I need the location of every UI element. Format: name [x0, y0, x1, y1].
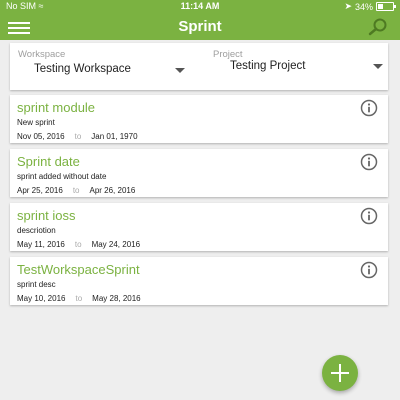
sprint-dates: Nov 05, 2016 to Jan 01, 1970 — [17, 132, 138, 141]
date-separator: to — [72, 186, 80, 195]
sprint-name: sprint module — [17, 100, 96, 115]
page-title: Sprint — [178, 18, 222, 35]
sprint-card[interactable]: TestWorkspaceSprint sprint desc May 10, … — [10, 257, 388, 305]
sprint-start-date: Nov 05, 2016 — [17, 132, 65, 141]
sprint-dates: May 11, 2016 to May 24, 2016 — [17, 240, 140, 249]
project-value[interactable]: Testing Project — [230, 60, 305, 72]
sprint-name: sprint ioss — [17, 208, 76, 223]
workspace-project-selector: Workspace Testing Workspace Project Test… — [10, 43, 388, 90]
info-icon[interactable] — [360, 261, 378, 279]
info-icon[interactable] — [360, 207, 378, 225]
sprint-end-date: Apr 26, 2016 — [89, 186, 136, 195]
battery-icon — [376, 2, 396, 11]
project-caret-icon[interactable] — [373, 64, 383, 69]
status-bar: No SIM ≈ 11:14 AM ➤ 34% — [0, 0, 400, 14]
sprint-name: TestWorkspaceSprint — [17, 262, 140, 277]
sprint-card[interactable]: sprint ioss descriotion May 11, 2016 to Ma… — [10, 203, 388, 251]
date-separator: to — [74, 132, 82, 141]
sprint-description: sprint desc — [17, 280, 56, 289]
workspace-label: Workspace — [18, 49, 66, 60]
date-separator: to — [75, 294, 83, 303]
search-icon[interactable] — [368, 18, 388, 36]
sprint-dates: May 10, 2016 to May 28, 2016 — [17, 294, 141, 303]
sprint-end-date: Jan 01, 1970 — [91, 132, 138, 141]
app-bar: Sprint — [0, 14, 400, 40]
sprint-start-date: May 10, 2016 — [17, 294, 66, 303]
info-icon[interactable] — [360, 153, 378, 171]
sprint-description: New sprint — [17, 118, 55, 127]
sprint-end-date: May 28, 2016 — [92, 294, 141, 303]
sprint-start-date: May 11, 2016 — [17, 240, 65, 249]
info-icon[interactable] — [360, 99, 378, 117]
battery-percent: 34% — [354, 1, 373, 12]
sprint-description: descriotion — [17, 226, 56, 235]
sprint-end-date: May 24, 2016 — [91, 240, 141, 249]
workspace-dropdown[interactable]: Workspace Testing Workspace — [10, 43, 200, 90]
sprint-card[interactable]: Sprint date sprint added without date Ap… — [10, 149, 388, 197]
sprint-dates: Apr 25, 2016 to Apr 26, 2016 — [17, 186, 135, 195]
sprint-card[interactable]: sprint module New sprint Nov 05, 2016 to J… — [10, 95, 388, 143]
project-dropdown[interactable]: Project Testing Project — [205, 43, 388, 90]
sprint-start-date: Apr 25, 2016 — [17, 186, 63, 195]
sprint-description: sprint added without date — [17, 172, 107, 181]
project-label: Project — [213, 49, 243, 60]
workspace-caret-icon[interactable] — [175, 68, 185, 73]
sprint-name: Sprint date — [17, 154, 80, 169]
location-icon: ➤ — [344, 1, 352, 11]
add-sprint-button[interactable] — [322, 355, 358, 391]
date-separator: to — [74, 240, 82, 249]
workspace-value[interactable]: Testing Workspace — [34, 63, 131, 75]
clock: 11:14 AM — [180, 1, 220, 11]
